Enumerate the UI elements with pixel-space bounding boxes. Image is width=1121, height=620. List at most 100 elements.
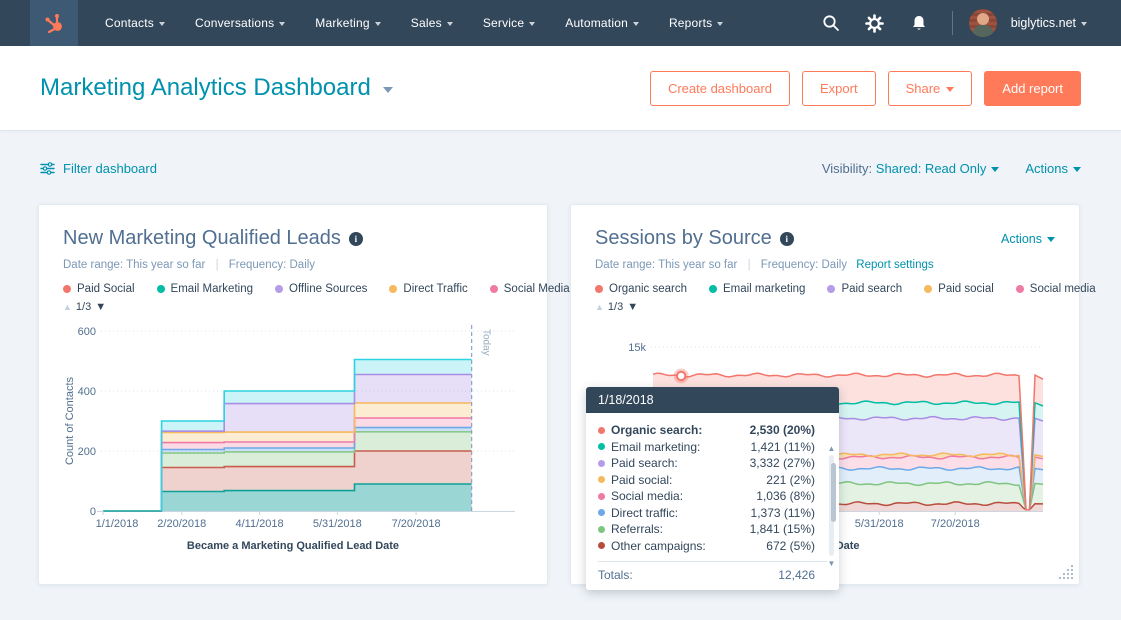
report-title: Sessions by Source <box>595 227 772 250</box>
series-dot <box>598 526 605 533</box>
account-menu[interactable]: biglytics.net <box>1011 16 1087 30</box>
filter-dashboard-button[interactable]: Filter dashboard <box>40 161 157 176</box>
tooltip-row-paid-search: Paid search:3,332 (27%) <box>598 455 827 472</box>
svg-text:200: 200 <box>78 446 96 458</box>
legend-page-up-icon[interactable]: ▲ <box>63 302 72 312</box>
create-dashboard-button[interactable]: Create dashboard <box>650 71 790 106</box>
svg-text:400: 400 <box>78 386 96 398</box>
legend-dot <box>709 285 717 293</box>
scrollbar-track[interactable] <box>829 455 834 556</box>
series-value: 221 (2%) <box>766 472 815 489</box>
svg-text:2/20/2018: 2/20/2018 <box>157 518 206 530</box>
legend-page-down-icon[interactable]: ▼ <box>95 301 106 313</box>
x-axis-title: Became a Marketing Qualified Lead Date <box>63 540 523 552</box>
scrollbar-thumb[interactable] <box>831 463 836 522</box>
svg-text:1/1/2018: 1/1/2018 <box>96 518 139 530</box>
nav-item-marketing[interactable]: Marketing <box>302 10 394 36</box>
tooltip-row-organic-search: Organic search:2,530 (20%) <box>598 422 827 439</box>
legend-label: Direct Traffic <box>403 283 467 295</box>
legend-item-organic-search[interactable]: Organic search <box>595 283 687 295</box>
frequency-label: Frequency: <box>229 259 287 271</box>
nav-item-service[interactable]: Service <box>470 10 548 36</box>
scroll-up-icon[interactable]: ▲ <box>827 444 836 453</box>
legend-item-social-media[interactable]: Social media <box>1016 283 1096 295</box>
legend-dot <box>924 285 932 293</box>
add-report-button[interactable]: Add report <box>984 71 1081 106</box>
chevron-down-icon <box>529 22 535 26</box>
legend-page-up-icon[interactable]: ▲ <box>595 302 604 312</box>
legend-item-paid-social[interactable]: Paid social <box>924 283 994 295</box>
chart-legend: Paid Social Email Marketing Offline Source… <box>63 283 523 295</box>
legend-dot <box>157 285 165 293</box>
export-button[interactable]: Export <box>802 71 876 106</box>
share-button[interactable]: Share <box>888 71 973 106</box>
legend-label: Email Marketing <box>171 283 253 295</box>
legend-item-social-media[interactable]: Social Media <box>490 283 570 295</box>
legend-label: Paid Social <box>77 283 135 295</box>
legend-page-indicator: 1/3 <box>608 301 623 313</box>
settings-gear-icon[interactable] <box>858 6 892 40</box>
legend-page-down-icon[interactable]: ▼ <box>627 301 638 313</box>
tooltip-date: 1/18/2018 <box>586 387 839 413</box>
legend-item-paid-search[interactable]: Paid search <box>827 283 902 295</box>
info-icon[interactable]: i <box>349 232 363 246</box>
card-resize-handle[interactable] <box>1058 564 1074 580</box>
legend-dot <box>490 285 498 293</box>
series-label: Paid social: <box>611 472 672 489</box>
date-range-label: Date range: <box>63 259 123 271</box>
tooltip-row-referrals: Referrals:1,841 (15%) <box>598 521 827 538</box>
chevron-down-icon <box>375 22 381 26</box>
report-actions-dropdown[interactable]: Actions <box>1001 232 1055 246</box>
series-label: Email marketing: <box>611 439 700 456</box>
dashboard-title-dropdown[interactable]: Marketing Analytics Dashboard <box>40 74 393 102</box>
page: ContactsConversationsMarketingSalesServi… <box>0 0 1121 620</box>
legend-item-offline-sources[interactable]: Offline Sources <box>275 283 367 295</box>
tooltip-body: Organic search:2,530 (20%)Email marketin… <box>586 413 839 590</box>
series-label: Direct traffic: <box>611 505 678 522</box>
legend-item-paid-social[interactable]: Paid Social <box>63 283 135 295</box>
share-button-label: Share <box>906 81 941 96</box>
report-settings-link[interactable]: Report settings <box>856 259 933 271</box>
svg-text:Today: Today <box>481 329 492 356</box>
notifications-bell-icon[interactable] <box>902 6 936 40</box>
search-icon[interactable] <box>814 6 848 40</box>
date-range-value: This year so far <box>658 259 737 271</box>
visibility-dropdown[interactable]: Shared: Read Only <box>876 161 1000 176</box>
nav-item-contacts[interactable]: Contacts <box>92 10 178 36</box>
legend-item-email-marketing[interactable]: Email Marketing <box>157 283 253 295</box>
info-icon[interactable]: i <box>780 232 794 246</box>
legend-item-email-marketing[interactable]: Email marketing <box>709 283 805 295</box>
scroll-down-icon[interactable]: ▼ <box>827 559 836 568</box>
mql-stacked-area-chart[interactable]: 02004006001/1/20182/20/20184/11/20185/31… <box>63 315 525 539</box>
nav-right: biglytics.net <box>814 6 1121 40</box>
meta-separator: | <box>216 259 219 271</box>
dashboard-actions-dropdown[interactable]: Actions <box>1025 161 1081 176</box>
legend-label: Social Media <box>504 283 570 295</box>
meta-separator: | <box>748 259 751 271</box>
nav-item-conversations[interactable]: Conversations <box>182 10 298 36</box>
hubspot-sprocket-icon <box>41 10 67 36</box>
chevron-down-icon <box>1047 237 1055 242</box>
tooltip-scrollbar[interactable]: ▲ ▼ <box>827 447 836 564</box>
legend-item-direct-traffic[interactable]: Direct Traffic <box>389 283 467 295</box>
tooltip-row-social-media: Social media:1,036 (8%) <box>598 488 827 505</box>
hubspot-logo[interactable] <box>30 0 78 46</box>
tooltip-totals: Totals: 12,426 <box>598 561 827 582</box>
series-value: 1,841 (15%) <box>750 521 815 538</box>
chevron-down-icon <box>279 22 285 26</box>
series-value: 1,036 (8%) <box>756 488 815 505</box>
frequency-label: Frequency: <box>761 259 819 271</box>
avatar[interactable] <box>969 9 997 37</box>
nav-item-sales[interactable]: Sales <box>398 10 466 36</box>
legend-label: Social media <box>1030 283 1096 295</box>
series-value: 3,332 (27%) <box>750 455 815 472</box>
nav-item-reports[interactable]: Reports <box>656 10 736 36</box>
actions-label: Actions <box>1025 161 1068 176</box>
svg-text:7/20/2018: 7/20/2018 <box>931 518 980 530</box>
filter-dashboard-label: Filter dashboard <box>63 161 157 176</box>
legend-dot <box>595 285 603 293</box>
series-value: 1,373 (11%) <box>751 505 815 522</box>
series-value: 672 (5%) <box>766 538 815 555</box>
nav-item-automation[interactable]: Automation <box>552 10 652 36</box>
chevron-down-icon <box>383 87 393 93</box>
